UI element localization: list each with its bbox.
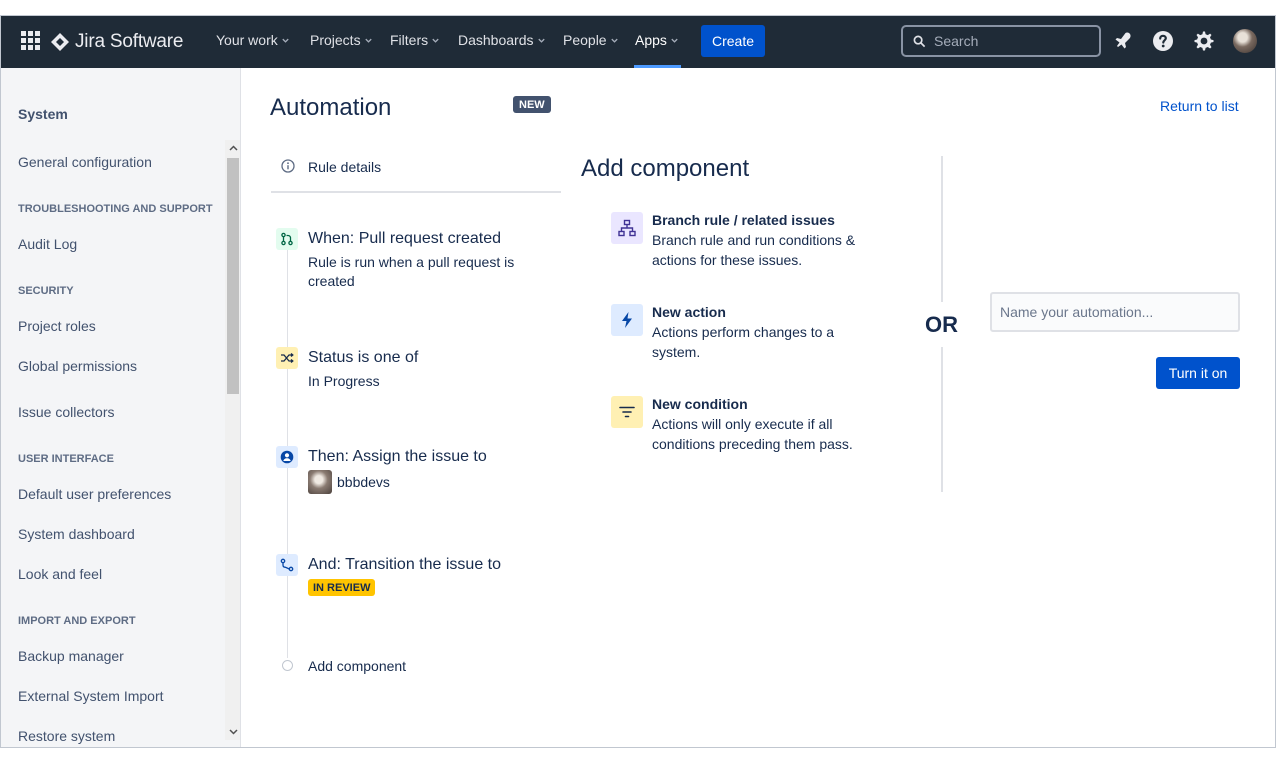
sidebar-section-troubleshooting: TROUBLESHOOTING AND SUPPORT — [18, 203, 213, 215]
user-assign-icon — [276, 446, 298, 468]
sidebar-section-user-interface: USER INTERFACE — [18, 453, 114, 465]
nav-label: Projects — [310, 32, 361, 48]
scroll-down-arrow-icon[interactable] — [225, 724, 240, 740]
condition-value: In Progress — [308, 373, 380, 389]
return-to-list-link[interactable]: Return to list — [1160, 98, 1239, 114]
trigger-title: When: Pull request created — [308, 230, 501, 247]
sidebar-item-audit-log[interactable]: Audit Log — [18, 236, 77, 252]
add-component-label: Add component — [308, 658, 407, 674]
sidebar-item-global-permissions[interactable]: Global permissions — [18, 358, 137, 374]
add-component-step[interactable]: Add component — [271, 657, 561, 679]
assign-title: Then: Assign the issue to — [308, 448, 487, 465]
sidebar-item-system-dashboard[interactable]: System dashboard — [18, 526, 135, 542]
sidebar: System General configuration TROUBLESHOO… — [1, 68, 241, 747]
vertical-divider — [941, 156, 943, 302]
sidebar-item-restore-system[interactable]: Restore system — [18, 728, 115, 744]
turn-it-on-button[interactable]: Turn it on — [1156, 357, 1240, 389]
nav-filters[interactable]: Filters — [390, 32, 440, 48]
settings-icon[interactable] — [1191, 29, 1215, 53]
rule-details-item[interactable]: Rule details — [271, 157, 561, 193]
action-option-title: New action — [652, 304, 726, 320]
apps-grid-icon[interactable] — [21, 31, 40, 50]
new-action-option[interactable]: New action Actions perform changes to a … — [611, 304, 891, 364]
sidebar-title: System — [18, 106, 68, 122]
sidebar-scrollbar[interactable] — [225, 140, 240, 740]
pull-request-icon — [276, 228, 298, 250]
chevron-down-icon — [282, 38, 289, 43]
sidebar-item-external-system-import[interactable]: External System Import — [18, 688, 164, 704]
trigger-description: Rule is run when a pull request is creat… — [308, 254, 515, 289]
browser-frame: Jira Software Your work Projects Filters… — [0, 15, 1276, 748]
nav-projects[interactable]: Projects — [310, 32, 373, 48]
chevron-down-icon — [610, 38, 618, 43]
nav-label: Filters — [390, 32, 429, 48]
brand-name: Jira Software — [75, 31, 184, 52]
avatar[interactable] — [1233, 29, 1257, 53]
nav-apps[interactable]: Apps — [635, 32, 679, 48]
page-title: Automation — [270, 94, 392, 121]
chevron-down-icon — [671, 38, 678, 43]
assignee-name: bbbdevs — [337, 474, 390, 490]
sidebar-item-issue-collectors[interactable]: Issue collectors — [18, 404, 114, 420]
filter-icon — [611, 396, 643, 428]
branch-option-title: Branch rule / related issues — [652, 212, 835, 228]
action-option-description: Actions perform changes to a system. — [652, 324, 835, 360]
active-nav-indicator — [634, 65, 681, 68]
transition-title: And: Transition the issue to — [308, 556, 501, 573]
search-icon — [913, 35, 926, 47]
sidebar-item-backup-manager[interactable]: Backup manager — [18, 648, 124, 664]
automation-name-input[interactable] — [990, 292, 1240, 332]
lightning-icon — [611, 304, 643, 336]
avatar — [308, 470, 332, 494]
nav-people[interactable]: People — [563, 32, 619, 48]
condition-step[interactable]: Status is one of In Progress — [271, 347, 561, 397]
sidebar-section-import-export: IMPORT AND EXPORT — [18, 615, 136, 627]
condition-option-title: New condition — [652, 396, 748, 412]
chevron-down-icon — [432, 38, 439, 43]
notification-icon[interactable] — [1111, 29, 1135, 53]
shuffle-icon — [276, 347, 298, 369]
create-button[interactable]: Create — [701, 25, 765, 57]
nav-label: People — [563, 32, 607, 48]
new-condition-option[interactable]: New condition Actions will only execute … — [611, 396, 891, 456]
trigger-step[interactable]: When: Pull request created Rule is run w… — [271, 228, 561, 298]
scroll-up-arrow-icon[interactable] — [225, 140, 240, 156]
assign-action-step[interactable]: Then: Assign the issue to bbbdevs — [271, 446, 561, 498]
chevron-down-icon — [364, 38, 372, 43]
info-icon — [281, 159, 295, 173]
search-input[interactable] — [934, 33, 1084, 49]
add-component-heading: Add component — [581, 155, 750, 182]
sidebar-item-project-roles[interactable]: Project roles — [18, 318, 96, 334]
rule-details-label: Rule details — [308, 159, 382, 175]
nav-label: Dashboards — [458, 32, 534, 48]
nav-label: Your work — [216, 32, 278, 48]
scrollbar-thumb[interactable] — [227, 158, 239, 394]
vertical-divider — [941, 347, 943, 492]
transition-icon — [276, 554, 298, 576]
help-icon[interactable] — [1151, 29, 1175, 53]
status-lozenge: IN REVIEW — [308, 579, 376, 596]
condition-option-description: Actions will only execute if all conditi… — [652, 416, 853, 452]
add-step-dot-icon — [282, 660, 293, 671]
top-navigation: Jira Software Your work Projects Filters… — [1, 16, 1275, 68]
jira-logo-icon — [51, 33, 69, 51]
branch-option-description: Branch rule and run conditions & actions… — [652, 232, 856, 268]
nav-your-work[interactable]: Your work — [216, 32, 290, 48]
branch-rule-option[interactable]: Branch rule / related issues Branch rule… — [611, 212, 891, 272]
transition-action-step[interactable]: And: Transition the issue to IN REVIEW — [271, 554, 561, 604]
condition-title: Status is one of — [308, 349, 419, 366]
nav-dashboards[interactable]: Dashboards — [458, 32, 546, 48]
sidebar-item-default-user-preferences[interactable]: Default user preferences — [18, 486, 171, 502]
search-box[interactable] — [901, 25, 1101, 57]
chevron-down-icon — [537, 38, 545, 43]
brand-logo[interactable]: Jira Software — [51, 29, 183, 55]
or-label: OR — [925, 312, 958, 337]
nav-label: Apps — [635, 32, 667, 48]
sidebar-section-security: SECURITY — [18, 285, 74, 297]
sidebar-item-look-and-feel[interactable]: Look and feel — [18, 566, 102, 582]
branch-icon — [611, 212, 643, 244]
new-badge: NEW — [513, 96, 551, 113]
sidebar-item-general-configuration[interactable]: General configuration — [18, 154, 152, 170]
